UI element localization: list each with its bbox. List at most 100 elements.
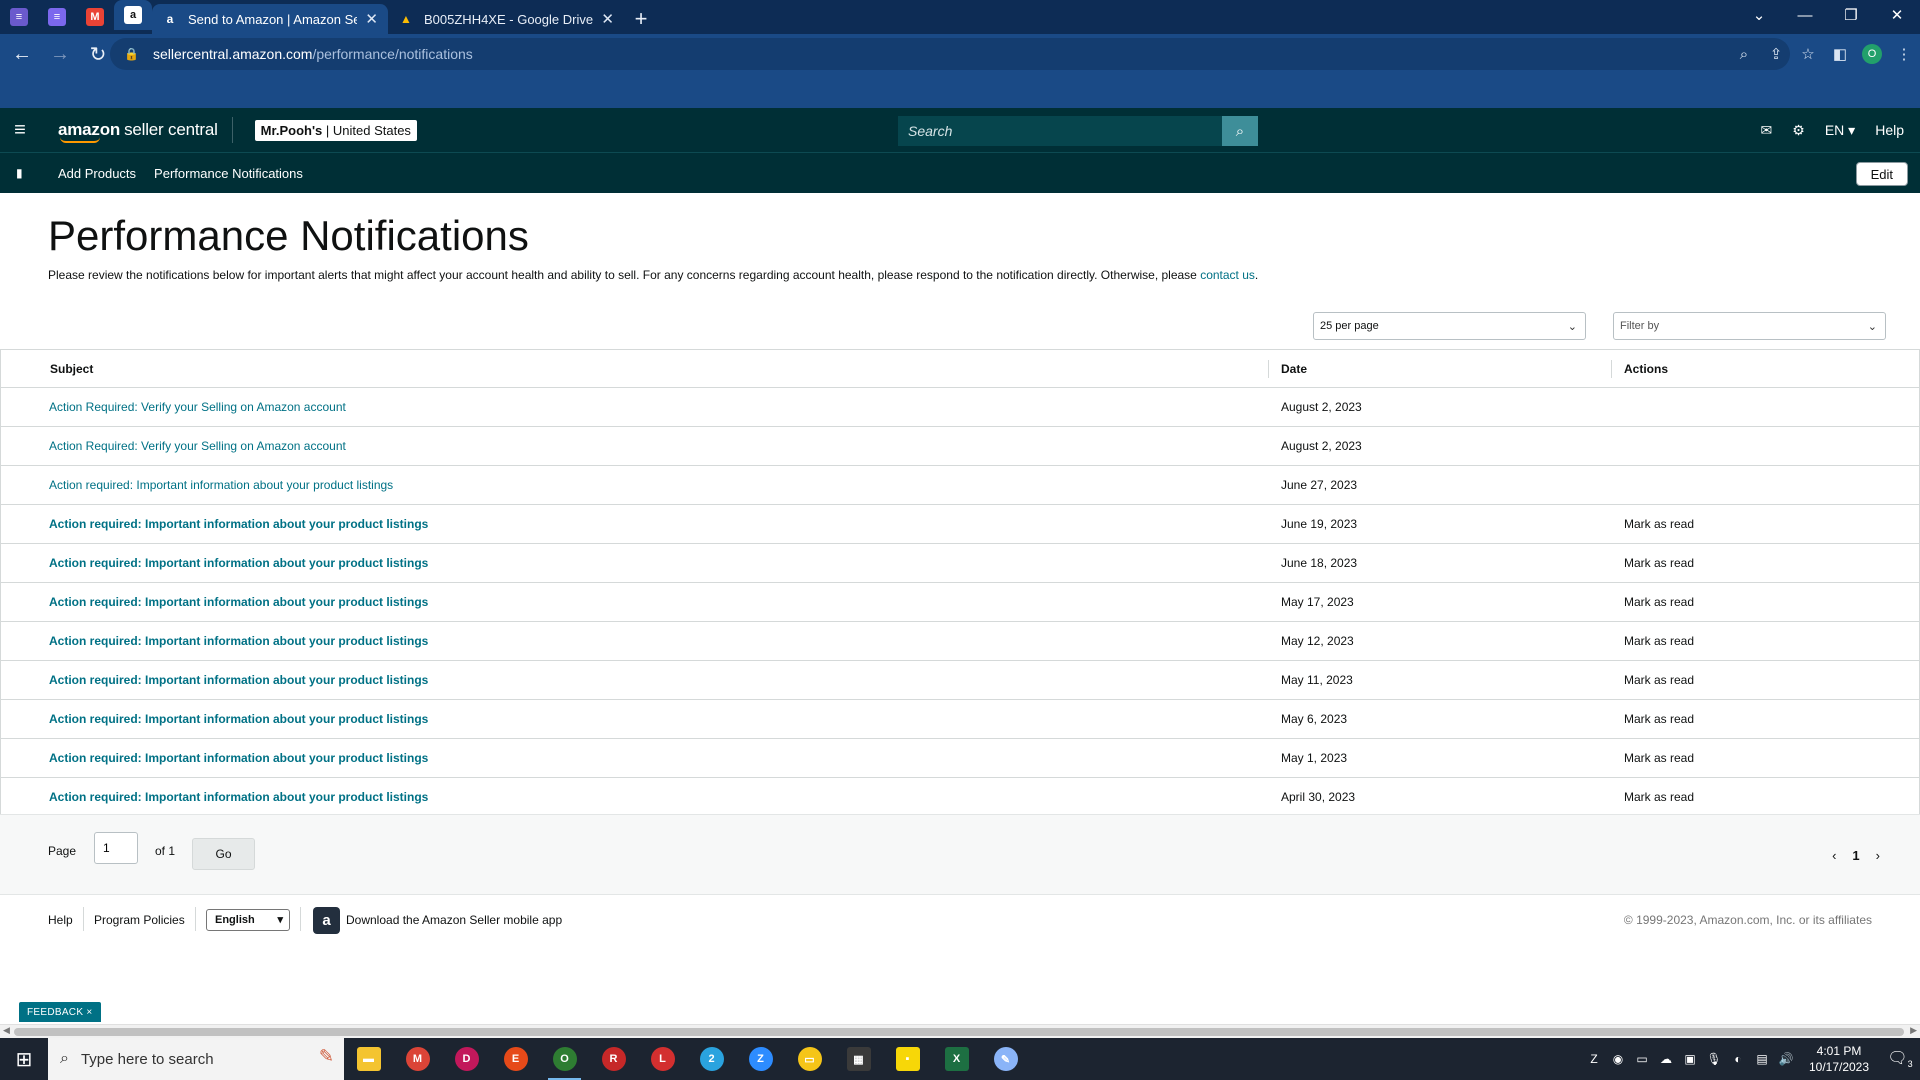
address-bar[interactable]: 🔒 sellercentral.amazon.com/performance/n… bbox=[110, 38, 1790, 70]
help-link[interactable]: Help bbox=[1875, 122, 1904, 138]
search-input[interactable] bbox=[898, 116, 1222, 146]
taskbar-app[interactable]: ✎ bbox=[981, 1038, 1030, 1080]
go-button[interactable]: Go bbox=[192, 838, 255, 870]
camera-tray-icon[interactable]: ◐ bbox=[1726, 1052, 1750, 1066]
bookmark-star-icon[interactable]: ☆ bbox=[1792, 45, 1824, 63]
download-app-link[interactable]: Download the Amazon Seller mobile app bbox=[346, 913, 562, 927]
new-tab-button[interactable]: + bbox=[624, 4, 658, 34]
notification-subject-link[interactable]: Action required: Important information a… bbox=[49, 790, 428, 804]
filter-select[interactable]: Filter by ⌄ bbox=[1613, 312, 1886, 340]
mark-as-read-button[interactable]: Mark as read bbox=[1624, 673, 1694, 687]
taskbar-app[interactable]: ▭ bbox=[785, 1038, 834, 1080]
settings-gear-icon[interactable]: ⚙ bbox=[1792, 122, 1805, 139]
amazon-seller-app-icon[interactable]: a bbox=[313, 907, 340, 934]
per-page-select[interactable]: 25 per page ⌄ bbox=[1313, 312, 1586, 340]
scrollbar-thumb[interactable] bbox=[14, 1028, 1904, 1036]
taskbar-app[interactable]: R bbox=[589, 1038, 638, 1080]
taskbar-app[interactable]: 2 bbox=[687, 1038, 736, 1080]
taskbar-app[interactable]: M bbox=[393, 1038, 442, 1080]
notification-subject-link[interactable]: Action Required: Verify your Selling on … bbox=[49, 400, 346, 414]
nav-performance-notifications[interactable]: Performance Notifications bbox=[154, 166, 303, 181]
taskbar-app[interactable]: ▬ bbox=[344, 1038, 393, 1080]
search-button[interactable]: ⌕ bbox=[1222, 116, 1258, 146]
taskbar-search[interactable]: ⌕ Type here to search ✎ bbox=[48, 1038, 344, 1080]
minimize-button[interactable]: — bbox=[1782, 0, 1828, 30]
tab-search-chevron-icon[interactable]: ⌄ bbox=[1736, 0, 1782, 30]
browser-tab[interactable]: a Send to Amazon | Amazon Seller ✕ bbox=[152, 4, 388, 34]
back-button[interactable]: ← bbox=[6, 38, 38, 70]
previous-page-icon[interactable]: ‹ bbox=[1832, 848, 1836, 863]
notification-subject-link[interactable]: Action required: Important information a… bbox=[49, 673, 428, 687]
feedback-button[interactable]: FEEDBACK × bbox=[19, 1002, 101, 1022]
language-selector[interactable]: EN ▾ bbox=[1825, 122, 1855, 139]
column-date[interactable]: Date bbox=[1281, 362, 1307, 376]
close-tab-icon[interactable]: ✕ bbox=[365, 10, 378, 28]
column-divider[interactable] bbox=[1611, 360, 1612, 378]
share-icon[interactable]: ⇪ bbox=[1760, 45, 1792, 63]
close-window-button[interactable]: ✕ bbox=[1874, 0, 1920, 30]
taskbar-app[interactable]: E bbox=[491, 1038, 540, 1080]
seller-central-logo[interactable]: amazon seller central bbox=[58, 117, 233, 143]
network-icon[interactable]: ▤ bbox=[1750, 1052, 1774, 1066]
windows-start-icon[interactable]: ⊞ bbox=[0, 1038, 48, 1080]
taskbar-app[interactable]: O bbox=[540, 1038, 589, 1080]
taskbar-app[interactable]: ▦ bbox=[834, 1038, 883, 1080]
column-subject[interactable]: Subject bbox=[50, 362, 93, 376]
notification-subject-link[interactable]: Action required: Important information a… bbox=[49, 712, 428, 726]
notification-subject-link[interactable]: Action required: Important information a… bbox=[49, 517, 428, 531]
mark-as-read-button[interactable]: Mark as read bbox=[1624, 712, 1694, 726]
notification-subject-link[interactable]: Action required: Important information a… bbox=[49, 634, 428, 648]
scroll-left-icon[interactable]: ◀ bbox=[3, 1025, 10, 1036]
mark-as-read-button[interactable]: Mark as read bbox=[1624, 751, 1694, 765]
mark-as-read-button[interactable]: Mark as read bbox=[1624, 517, 1694, 531]
taskbar-app[interactable]: X bbox=[932, 1038, 981, 1080]
cloud-tray-icon[interactable]: ☁ bbox=[1654, 1052, 1678, 1066]
capture-tray-icon[interactable]: ▣ bbox=[1678, 1052, 1702, 1066]
pinned-tab[interactable]: ≡ bbox=[38, 0, 76, 34]
taskbar-clock[interactable]: 4:01 PM 10/17/2023 bbox=[1798, 1043, 1880, 1075]
horizontal-scrollbar[interactable]: ◀ ▶ bbox=[0, 1024, 1920, 1038]
notification-subject-link[interactable]: Action required: Important information a… bbox=[49, 556, 428, 570]
taskbar-app[interactable]: ▪ bbox=[883, 1038, 932, 1080]
scroll-right-icon[interactable]: ▶ bbox=[1910, 1025, 1917, 1036]
taskbar-app[interactable]: L bbox=[638, 1038, 687, 1080]
next-page-icon[interactable]: › bbox=[1876, 848, 1880, 863]
taskbar-app[interactable]: Z bbox=[736, 1038, 785, 1080]
drive-tray-icon[interactable]: ▭ bbox=[1630, 1052, 1654, 1066]
pinned-tab[interactable]: a bbox=[114, 0, 152, 30]
notification-subject-link[interactable]: Action Required: Verify your Selling on … bbox=[49, 439, 346, 453]
page-number-input[interactable] bbox=[94, 832, 138, 864]
merchant-switcher[interactable]: Mr.Pooh's | United States bbox=[254, 119, 417, 141]
microphone-icon[interactable]: 🎙 bbox=[1702, 1052, 1726, 1066]
zoom-tray-icon[interactable]: Z bbox=[1582, 1052, 1606, 1066]
restore-button[interactable]: ❐ bbox=[1828, 0, 1874, 30]
edit-bookmarks-button[interactable]: Edit bbox=[1855, 162, 1908, 186]
bookmark-icon[interactable]: ▮ bbox=[16, 166, 36, 180]
hamburger-menu-icon[interactable]: ≡ bbox=[0, 108, 40, 152]
chrome-tray-icon[interactable]: ◉ bbox=[1606, 1052, 1630, 1066]
footer-language-select[interactable]: English ▾ bbox=[206, 909, 290, 931]
volume-icon[interactable]: 🔊 bbox=[1774, 1052, 1798, 1066]
browser-tab[interactable]: ▲ B005ZHH4XE - Google Drive ✕ bbox=[388, 4, 624, 34]
mark-as-read-button[interactable]: Mark as read bbox=[1624, 556, 1694, 570]
notification-subject-link[interactable]: Action required: Important information a… bbox=[49, 595, 428, 609]
notification-subject-link[interactable]: Action required: Important information a… bbox=[49, 751, 428, 765]
mark-as-read-button[interactable]: Mark as read bbox=[1624, 634, 1694, 648]
profile-avatar[interactable]: O bbox=[1862, 44, 1882, 64]
zoom-icon[interactable]: ⌕ bbox=[1728, 46, 1760, 63]
side-panel-icon[interactable]: ◧ bbox=[1824, 45, 1856, 63]
column-divider[interactable] bbox=[1268, 360, 1269, 378]
current-page[interactable]: 1 bbox=[1852, 848, 1859, 863]
footer-help-link[interactable]: Help bbox=[48, 913, 73, 927]
mark-as-read-button[interactable]: Mark as read bbox=[1624, 790, 1694, 804]
mark-as-read-button[interactable]: Mark as read bbox=[1624, 595, 1694, 609]
mail-icon[interactable]: ✉ bbox=[1761, 122, 1773, 139]
forward-button[interactable]: → bbox=[44, 38, 76, 70]
notification-center-icon[interactable]: 🗨3 bbox=[1880, 1048, 1920, 1069]
browser-menu-icon[interactable]: ⋮ bbox=[1888, 45, 1920, 63]
nav-add-products[interactable]: Add Products bbox=[58, 166, 136, 181]
notification-subject-link[interactable]: Action required: Important information a… bbox=[49, 478, 393, 492]
pinned-tab[interactable]: M bbox=[76, 0, 114, 34]
program-policies-link[interactable]: Program Policies bbox=[94, 913, 185, 927]
pinned-tab[interactable]: ≡ bbox=[0, 0, 38, 34]
